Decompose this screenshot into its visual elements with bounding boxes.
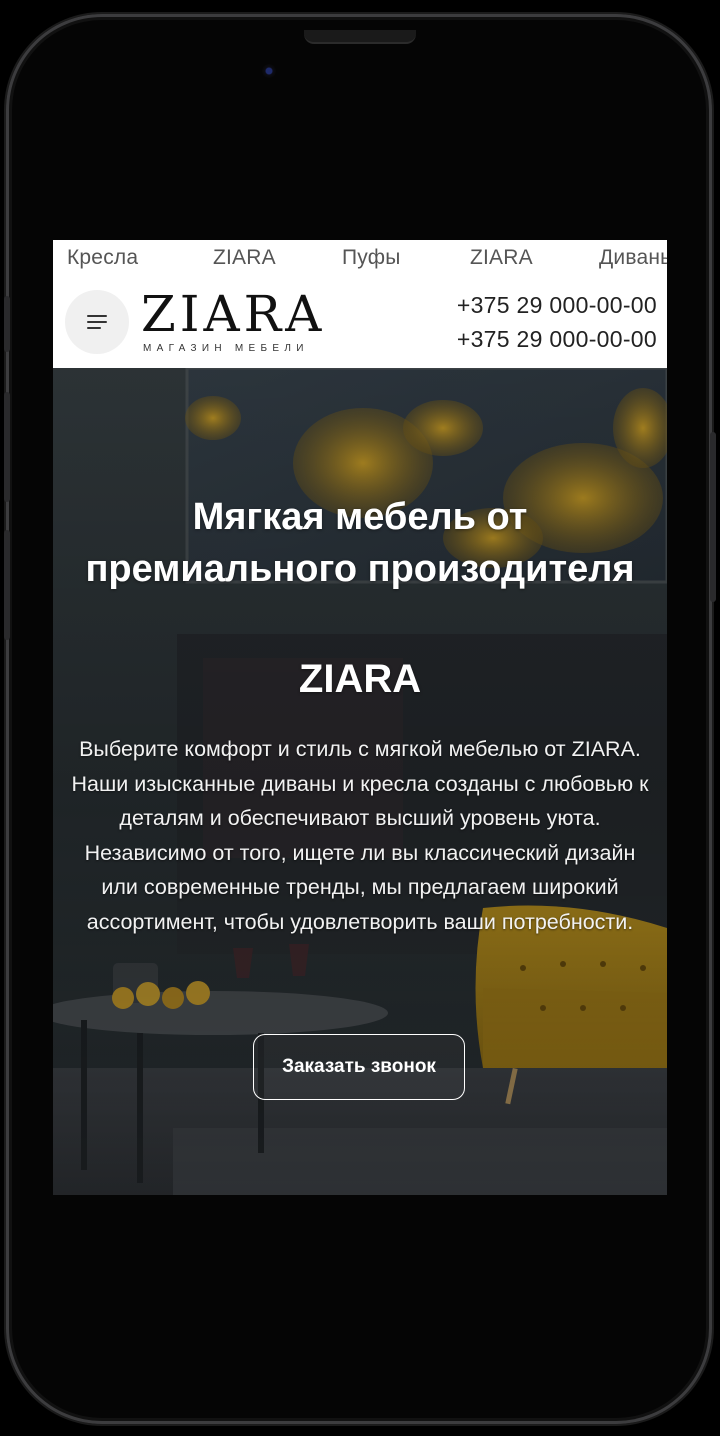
category-link-armchairs[interactable]: Кресла <box>67 246 138 270</box>
category-link-ziara-2[interactable]: ZIARA <box>470 246 533 270</box>
device-screen: Кресла ZIARA Пуфы ZIARA Диваны ZIARA МАГ… <box>53 240 667 1195</box>
menu-button[interactable] <box>65 290 129 354</box>
category-strip: Кресла ZIARA Пуфы ZIARA Диваны <box>53 240 667 277</box>
logo[interactable]: ZIARA МАГАЗИН МЕБЕЛИ <box>141 286 323 356</box>
category-link-ziara[interactable]: ZIARA <box>213 246 276 270</box>
volume-up-button <box>4 392 10 502</box>
hero-brand: ZIARA <box>298 657 422 701</box>
hero-title: Мягкая мебель от премиального произодите… <box>85 496 635 590</box>
logo-subtitle: МАГАЗИН МЕБЕЛИ <box>143 343 309 354</box>
logo-wordmark: ZIARA <box>141 285 326 343</box>
phone-link-2[interactable]: +375 29 000-00-00 <box>457 326 657 353</box>
phone-link-1[interactable]: +375 29 000-00-00 <box>457 292 657 319</box>
earpiece-speaker <box>304 30 416 44</box>
volume-down-button <box>4 530 10 640</box>
site-header: ZIARA МАГАЗИН МЕБЕЛИ +375 29 000-00-00 +… <box>53 276 667 368</box>
category-link-poufs[interactable]: Пуфы <box>342 246 401 270</box>
hero-description: Выберите комфорт и стиль с мягкой мебель… <box>71 737 649 934</box>
category-link-sofas[interactable]: Диваны <box>599 246 667 270</box>
hero-section: Мягкая мебель от премиального произодите… <box>53 368 667 1195</box>
silent-switch <box>4 296 10 352</box>
front-camera <box>262 64 276 78</box>
request-callback-button[interactable]: Заказать звонок <box>253 1034 465 1100</box>
power-button <box>710 432 716 602</box>
